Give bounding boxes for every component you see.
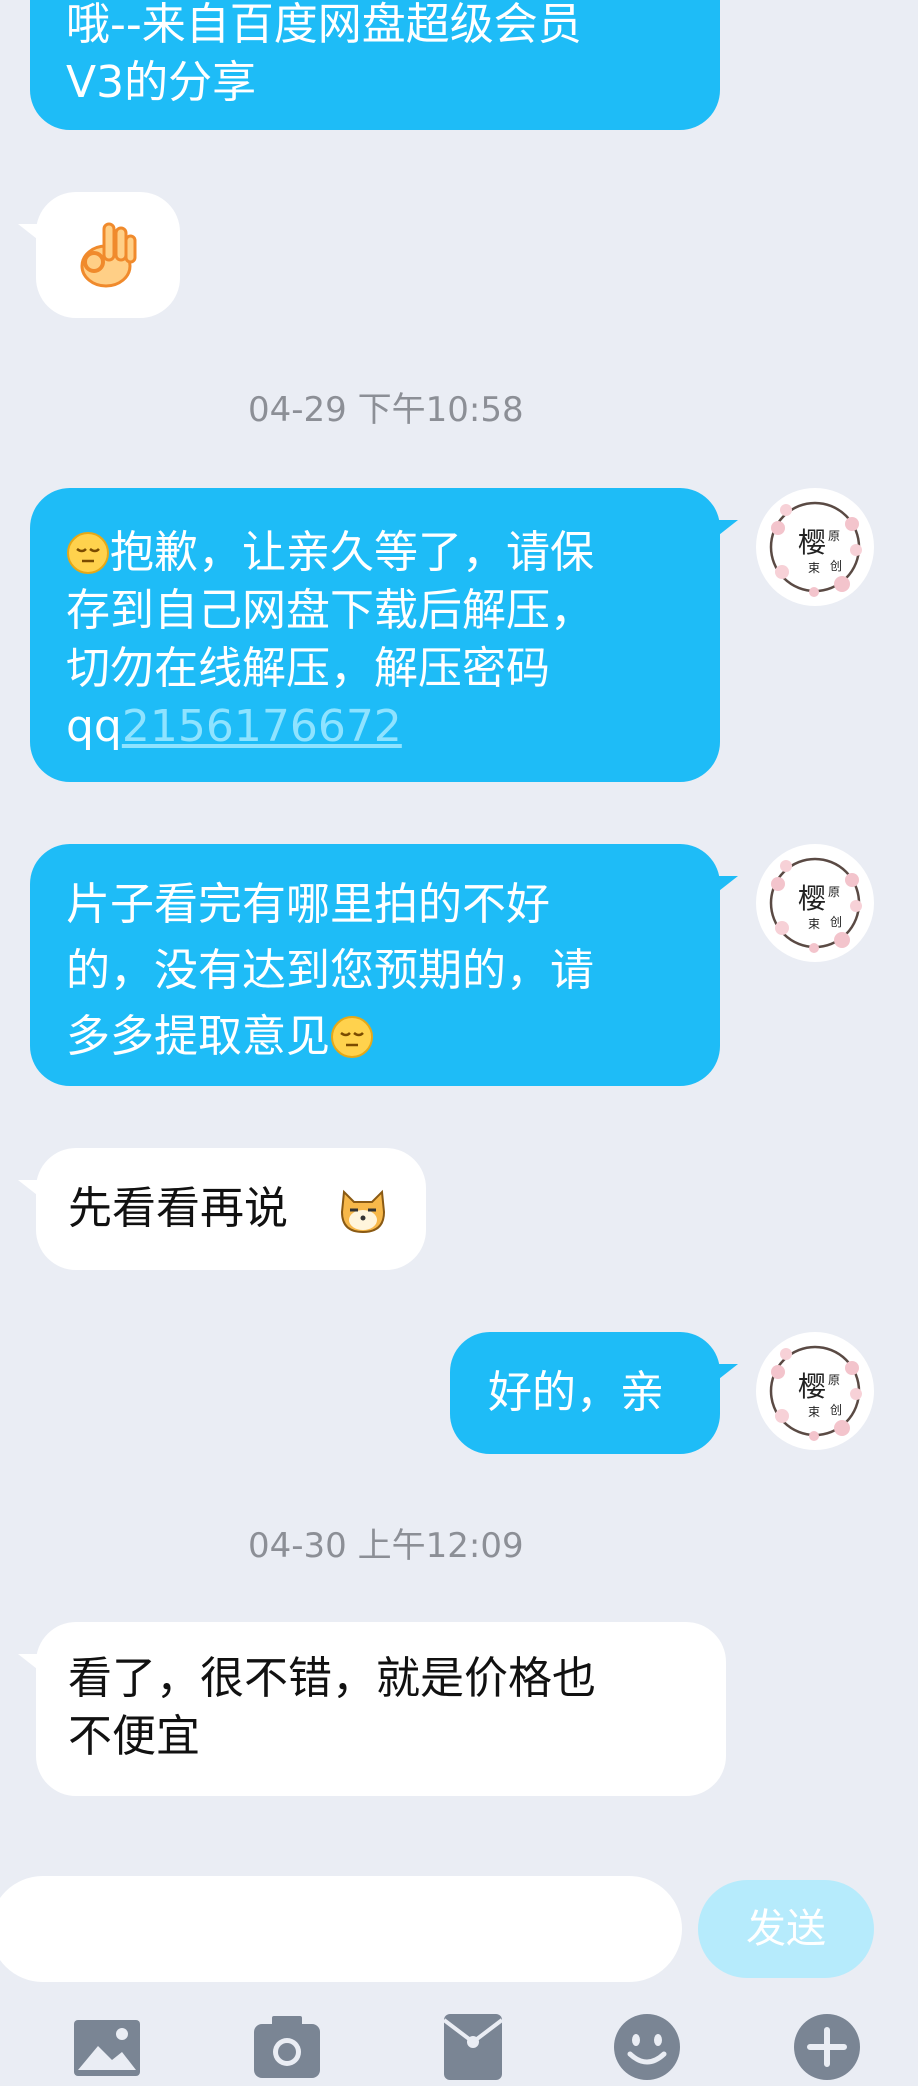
message-bubble-incoming[interactable] — [18, 192, 180, 318]
image-button[interactable] — [72, 2012, 142, 2086]
message-bubble-outgoing[interactable]: 哦--来自百度网盘超级会员 V3的分享 — [30, 0, 720, 130]
message-text: 切勿在线解压，解压密码 — [66, 643, 550, 694]
svg-text:原: 原 — [828, 529, 840, 543]
cherry-blossom-wreath-icon: 樱 原 束 创 — [769, 501, 862, 597]
bubble-tail — [18, 1180, 46, 1202]
image-icon — [74, 2020, 140, 2076]
message-bubble-incoming[interactable]: 看了，很不错，就是价格也 不便宜 — [18, 1622, 726, 1796]
message-text: V3的分享 — [66, 57, 257, 108]
emoji-icon — [614, 2014, 680, 2080]
red-packet-button[interactable] — [438, 2012, 508, 2086]
more-button[interactable] — [792, 2012, 862, 2086]
svg-text:原: 原 — [828, 885, 840, 899]
message-text: 的，没有达到您预期的，请 — [66, 945, 594, 996]
svg-text:樱: 樱 — [798, 882, 826, 915]
bubble-tail — [710, 1364, 738, 1386]
red-packet-icon — [442, 2014, 504, 2080]
message-text: 片子看完有哪里拍的不好 — [66, 879, 550, 930]
message-text: 好的，亲 — [488, 1367, 664, 1418]
avatar[interactable]: 樱 原 束 创 — [756, 844, 874, 962]
message-text: qq — [66, 701, 122, 752]
emoji-button[interactable] — [612, 2012, 682, 2086]
svg-text:樱: 樱 — [798, 526, 826, 559]
svg-text:创: 创 — [830, 559, 842, 573]
cherry-blossom-wreath-icon: 樱 原 束 创 — [769, 857, 862, 953]
ok-hand-emoji-icon — [80, 222, 137, 288]
message-text: 先看看再说 — [68, 1183, 288, 1234]
message-text: 存到自己网盘下载后解压， — [66, 585, 594, 636]
avatar[interactable]: 樱 原 束 创 — [756, 488, 874, 606]
message-bubble-incoming[interactable]: 先看看再说 — [18, 1148, 426, 1270]
camera-button[interactable] — [252, 2012, 322, 2086]
message-bubble-outgoing[interactable]: 好的，亲 — [450, 1332, 738, 1454]
message-text: 不便宜 — [68, 1711, 200, 1762]
svg-text:束: 束 — [808, 561, 820, 575]
phone-number-link[interactable]: 2156176672 — [122, 701, 402, 752]
shiba-dog-emoji-icon — [340, 1189, 386, 1234]
send-button[interactable]: 发送 — [698, 1880, 874, 1978]
relieved-face-emoji-icon — [331, 1016, 373, 1058]
message-text: 抱歉，让亲久等了，请保 — [110, 527, 594, 578]
message-text: 多多提取意见 — [66, 1011, 330, 1062]
plus-icon — [794, 2014, 860, 2080]
bubble-tail — [710, 520, 738, 542]
bubble-tail — [710, 876, 738, 898]
message-bubble-outgoing[interactable]: 片子看完有哪里拍的不好 的，没有达到您预期的，请 多多提取意见 — [30, 844, 738, 1086]
message-input[interactable] — [0, 1876, 682, 1982]
timestamp: 04-30 上午12:09 — [248, 1526, 524, 1566]
svg-text:樱: 樱 — [798, 1370, 826, 1403]
svg-text:原: 原 — [828, 1373, 840, 1387]
timestamp: 04-29 下午10:58 — [248, 390, 524, 430]
message-text: 哦--来自百度网盘超级会员 — [66, 0, 582, 50]
svg-text:创: 创 — [830, 1403, 842, 1417]
bubble-tail — [18, 224, 46, 246]
avatar[interactable]: 樱 原 束 创 — [756, 1332, 874, 1450]
cherry-blossom-wreath-icon: 樱 原 束 创 — [769, 1345, 862, 1441]
camera-icon — [254, 2016, 320, 2078]
relieved-face-emoji-icon — [67, 532, 109, 574]
bubble-tail — [18, 1654, 46, 1676]
svg-text:束: 束 — [808, 1405, 820, 1419]
message-bubble-outgoing[interactable]: 抱歉，让亲久等了，请保 存到自己网盘下载后解压， 切勿在线解压，解压密码 qq2… — [30, 488, 738, 782]
svg-text:束: 束 — [808, 917, 820, 931]
svg-text:创: 创 — [830, 915, 842, 929]
message-text: 看了，很不错，就是价格也 — [68, 1653, 596, 1704]
